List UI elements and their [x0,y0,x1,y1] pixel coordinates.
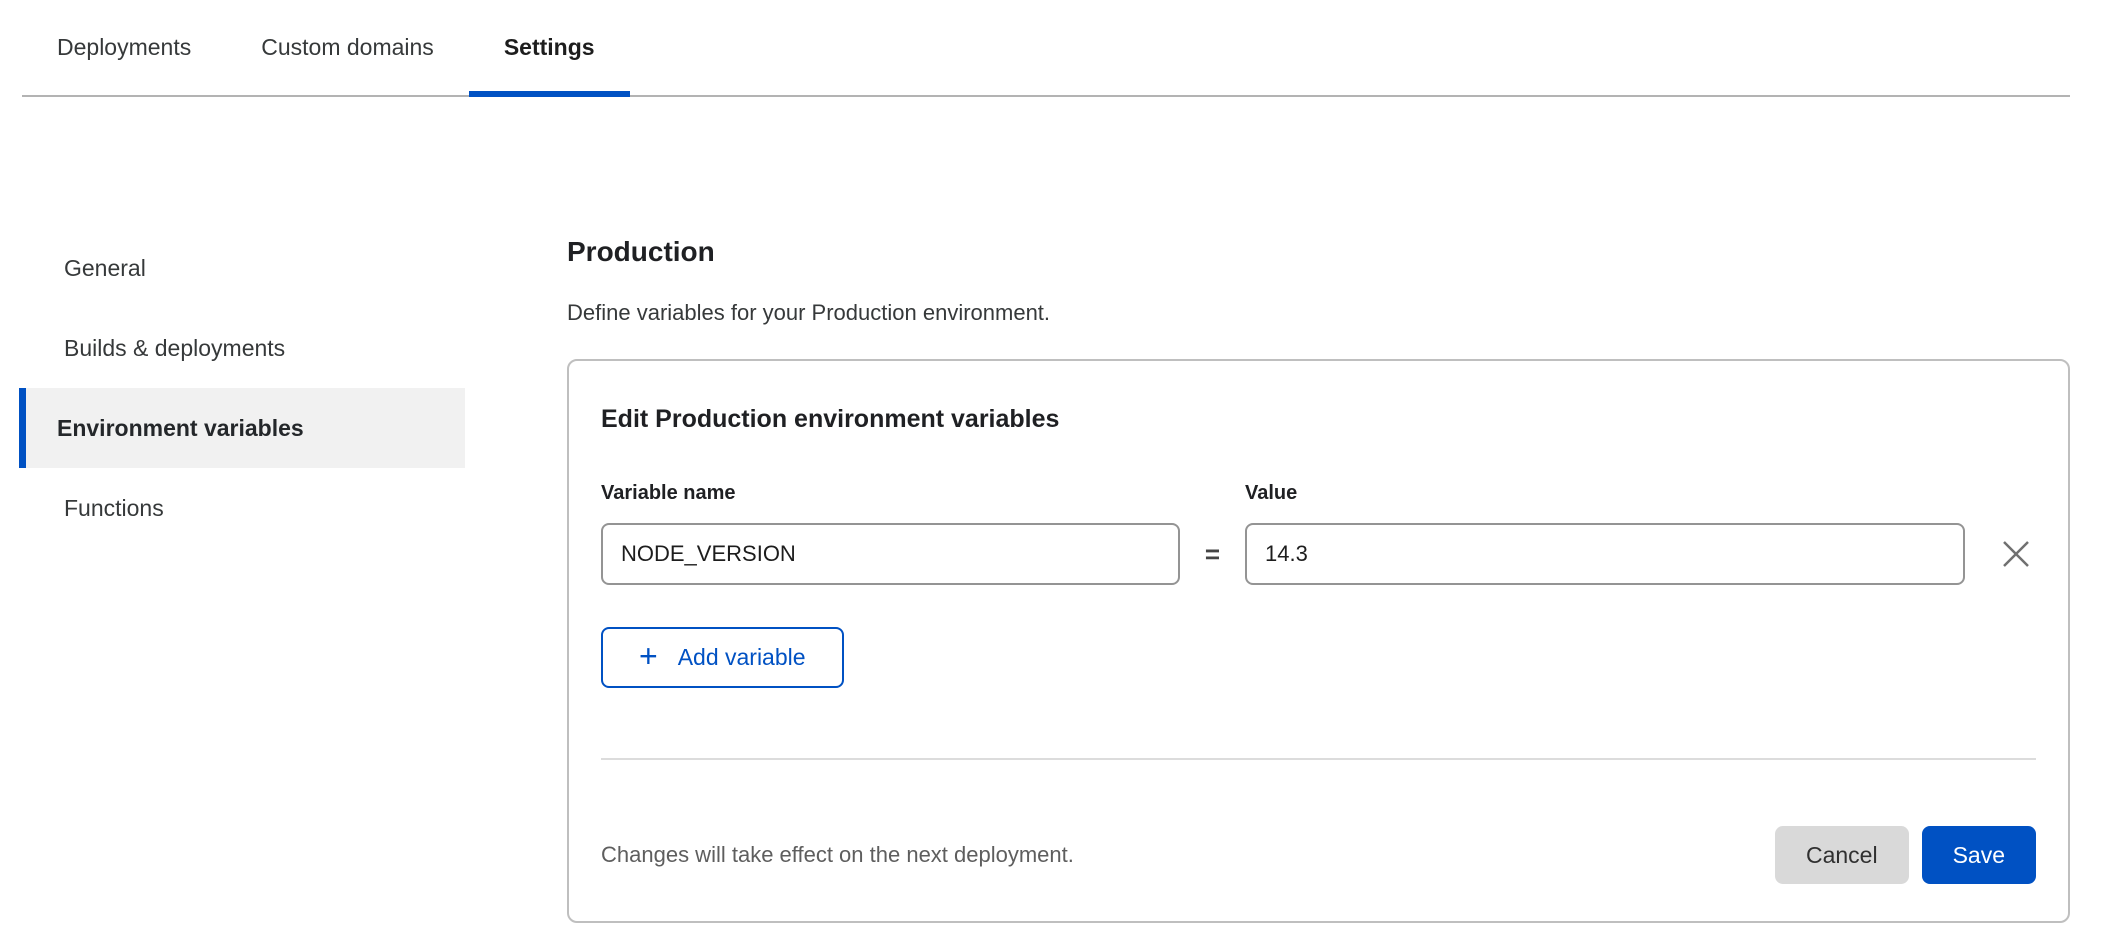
card-footer: Changes will take effect on the next dep… [601,826,2036,884]
page-description: Define variables for your Production env… [567,300,2070,326]
tab-custom-domains[interactable]: Custom domains [226,0,469,95]
sidebar-item-functions[interactable]: Functions [19,468,465,548]
value-label: Value [1245,482,2036,505]
sidebar-item-builds-deployments[interactable]: Builds & deployments [19,308,465,388]
tab-settings[interactable]: Settings [469,0,630,95]
save-button[interactable]: Save [1922,826,2036,884]
variable-row: = [601,523,2036,585]
page-title: Production [567,236,2070,268]
remove-variable-button[interactable] [1996,534,2036,574]
variable-name-label: Variable name [601,482,1180,505]
cancel-button[interactable]: Cancel [1775,826,1909,884]
sidebar-item-environment-variables[interactable]: Environment variables [19,388,465,468]
field-labels-row: Variable name Value [601,482,2036,505]
add-variable-button[interactable]: + Add variable [601,627,844,688]
sidebar-item-general[interactable]: General [19,228,465,308]
card-title: Edit Production environment variables [601,405,2036,434]
add-variable-label: Add variable [678,644,806,671]
settings-sidebar: General Builds & deployments Environment… [19,228,465,548]
plus-icon: + [639,640,658,672]
equals-sign: = [1204,539,1221,570]
variable-value-input[interactable] [1245,523,1965,585]
main-content: Production Define variables for your Pro… [567,236,2070,923]
settings-page: Deployments Custom domains Settings Gene… [0,0,2121,948]
footer-note: Changes will take effect on the next dep… [601,842,1074,868]
environment-variables-card: Edit Production environment variables Va… [567,359,2070,923]
project-tab-bar: Deployments Custom domains Settings [22,0,2070,97]
variable-name-input[interactable] [601,523,1180,585]
tab-deployments[interactable]: Deployments [22,0,226,95]
card-divider [601,758,2036,760]
label-spacer [1180,482,1245,505]
close-icon [1999,537,2033,571]
